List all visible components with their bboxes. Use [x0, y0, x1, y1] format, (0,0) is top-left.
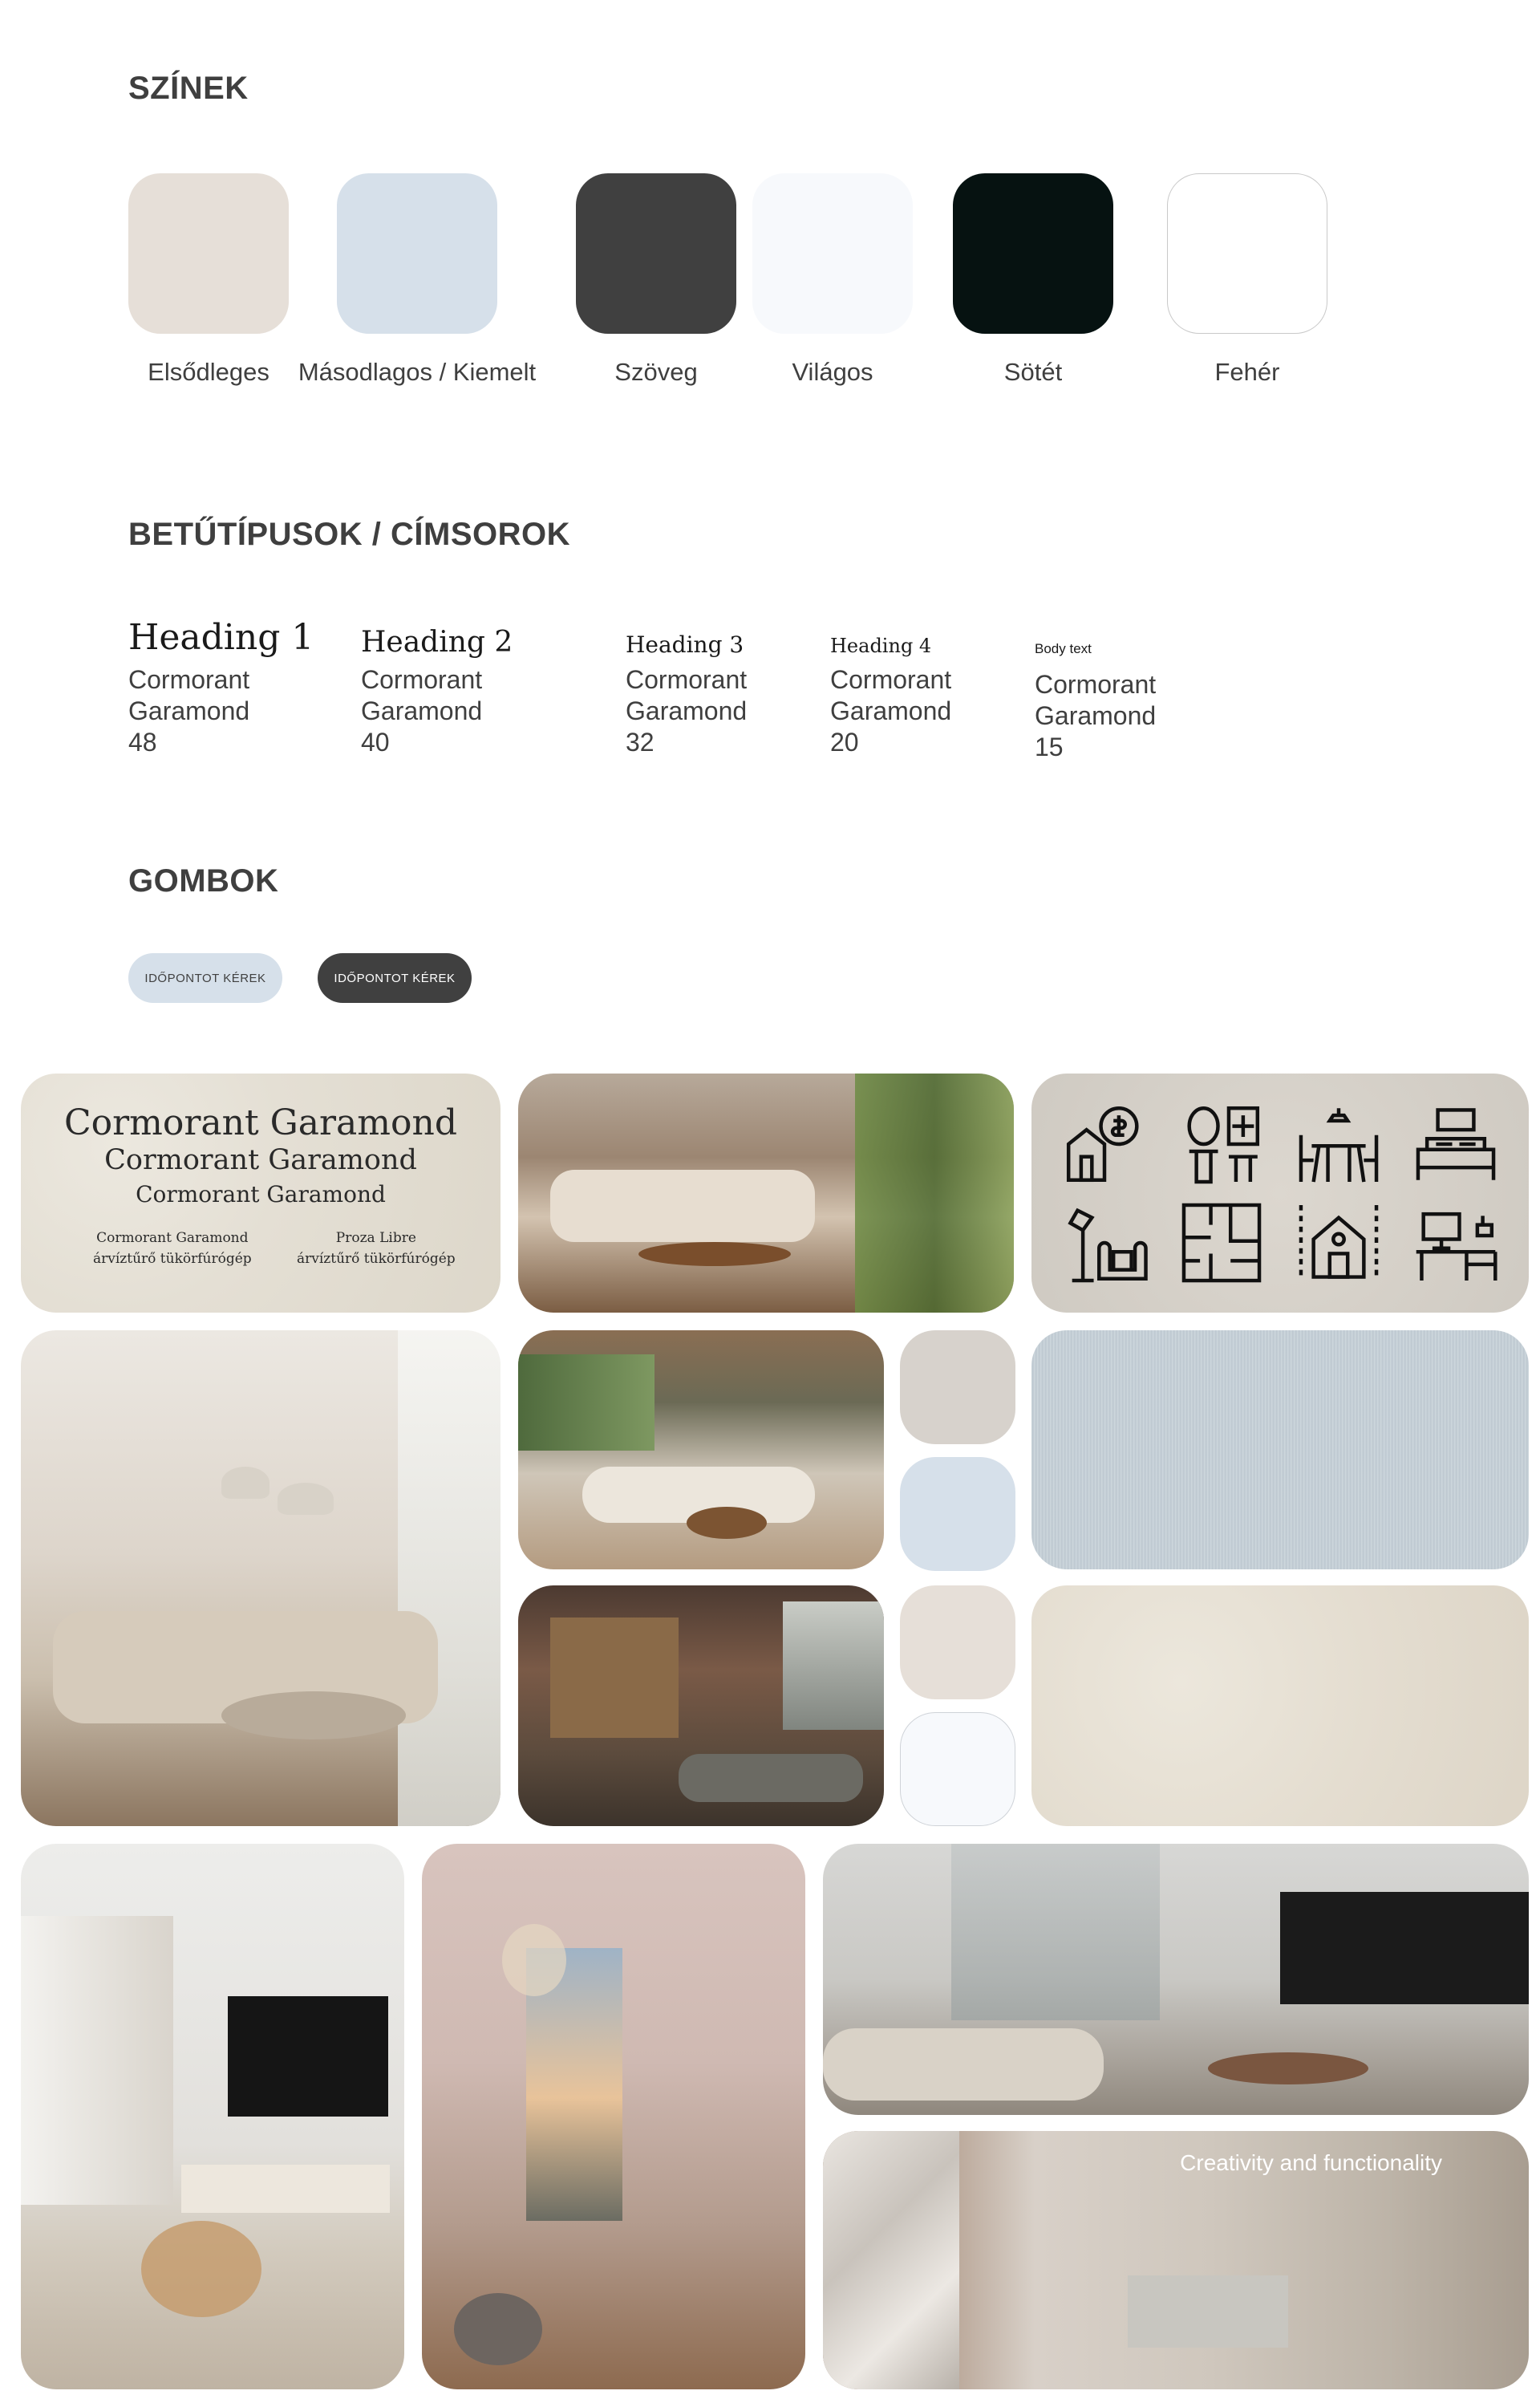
font-spec-h2: Heading 2 Cormorant Garamond 40 [361, 627, 513, 758]
color-swatch-dark [953, 173, 1113, 334]
home-finance-icon [1066, 1106, 1139, 1182]
house-measure-icon [1299, 1204, 1379, 1281]
moodboard-swatch-beige [900, 1585, 1015, 1699]
font-sample-body: Body text [1035, 641, 1092, 656]
bright-tv-living-room-photo [21, 1844, 404, 2389]
boho-living-room-photo [518, 1074, 1014, 1313]
appointment-button-light[interactable]: IDŐPONTOT KÉREK [128, 953, 282, 1003]
moodboard-swatch-blue [900, 1457, 1015, 1571]
color-label-text: Szöveg [614, 358, 698, 386]
marble-kitchen-photo: Creativity and functionality [823, 2131, 1529, 2389]
color-label-secondary: Másodlagos / Kiemelt [298, 358, 537, 386]
typography-paper-card: Cormorant Garamond Cormorant Garamond Co… [21, 1074, 500, 1313]
font-sample-h2: Heading 2 [361, 626, 513, 659]
font-spec-h4: Heading 4 Cormorant Garamond 20 [830, 634, 951, 758]
typography-sample-medium: Cormorant Garamond [104, 1144, 417, 1176]
color-swatch-light [752, 173, 913, 334]
font-spec-h3: Heading 3 Cormorant Garamond 32 [626, 632, 747, 758]
grey-contemporary-living-photo [823, 1844, 1529, 2115]
color-label-white: Fehér [1214, 358, 1280, 386]
font-spec-h1: Heading 1 Cormorant Garamond 48 [128, 618, 314, 758]
colors-section-title: SZÍNEK [128, 71, 249, 106]
dining-icon [1299, 1107, 1379, 1182]
typography-sample-large: Cormorant Garamond [63, 1102, 458, 1143]
moodboard-swatch-greige [900, 1330, 1015, 1444]
modern-open-living-photo [518, 1330, 884, 1569]
bedroom-icon [1416, 1107, 1496, 1180]
industrial-loft-photo [518, 1585, 884, 1826]
font-family-h3: Cormorant Garamond 32 [626, 665, 748, 757]
color-label-primary: Elsődleges [148, 358, 270, 386]
color-label-dark: Sötét [1003, 358, 1063, 386]
interior-icons-card [1031, 1074, 1529, 1313]
armchair-lamp-icon [1068, 1208, 1148, 1282]
typography-sample-small: Cormorant Garamond [136, 1181, 386, 1208]
color-label-light: Világos [792, 358, 873, 386]
typography-sample-left: Cormorant Garamond árvíztűrő tükörfúrógép [93, 1230, 252, 1267]
font-family-body: Cormorant Garamond 15 [1035, 670, 1157, 761]
typography-sample-right: Proza Libre árvíztűrő tükörfúrógép [297, 1230, 456, 1267]
linen-texture-swatch [1031, 1330, 1529, 1569]
moodboard-swatch-light [900, 1712, 1015, 1826]
font-sample-h3: Heading 3 [626, 631, 744, 658]
plaster-texture-swatch [1031, 1585, 1529, 1826]
font-family-h4: Cormorant Garamond 20 [830, 665, 952, 757]
appointment-button-dark[interactable]: IDŐPONTOT KÉREK [318, 953, 472, 1003]
font-sample-h4: Heading 4 [830, 635, 932, 657]
tall-window-living-photo [422, 1844, 805, 2389]
color-swatch-secondary [337, 173, 497, 334]
bathroom-icon [1187, 1106, 1260, 1183]
buttons-section-title: GOMBOK [128, 863, 279, 899]
font-family-h1: Cormorant Garamond 48 [128, 665, 250, 757]
color-swatch-white [1167, 173, 1327, 334]
fonts-section-title: BETŰTÍPUSOK / CÍMSOROK [128, 517, 571, 552]
floor-plan-icon [1181, 1203, 1262, 1282]
color-swatch-primary [128, 173, 289, 334]
font-spec-body: Body text Cormorant Garamond 15 [1035, 640, 1156, 763]
font-family-h2: Cormorant Garamond 40 [361, 665, 483, 757]
creativity-caption: Creativity and functionality [1180, 2150, 1442, 2175]
desk-icon [1416, 1212, 1497, 1281]
minimal-living-room-photo [21, 1330, 500, 1826]
color-swatch-text [576, 173, 736, 334]
font-sample-h1: Heading 1 [128, 617, 314, 658]
